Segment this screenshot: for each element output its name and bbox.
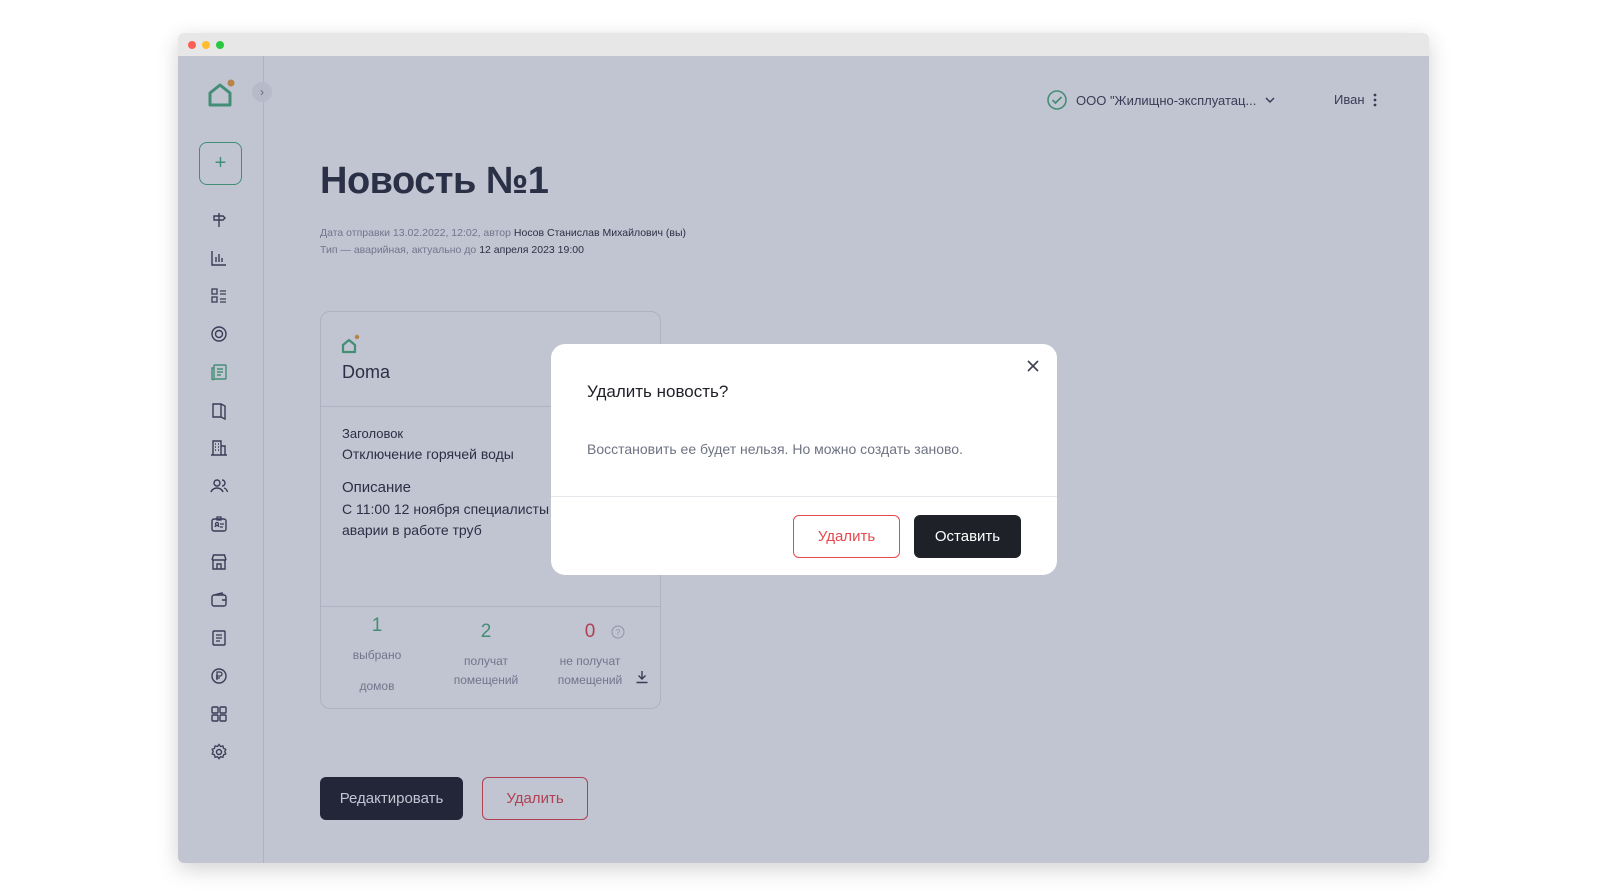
window-titlebar bbox=[178, 33, 1429, 56]
close-icon[interactable] bbox=[1023, 356, 1043, 376]
minimize-window-dot[interactable] bbox=[202, 41, 210, 49]
delete-confirm-dialog: Удалить новость? Восстановить ее будет н… bbox=[551, 344, 1057, 575]
dialog-message: Восстановить ее будет нельзя. Но можно с… bbox=[587, 441, 963, 457]
maximize-window-dot[interactable] bbox=[216, 41, 224, 49]
close-window-dot[interactable] bbox=[188, 41, 196, 49]
dialog-title: Удалить новость? bbox=[587, 382, 729, 401]
divider bbox=[551, 496, 1057, 497]
keep-button[interactable]: Оставить bbox=[914, 515, 1021, 558]
confirm-delete-button[interactable]: Удалить bbox=[793, 515, 900, 558]
